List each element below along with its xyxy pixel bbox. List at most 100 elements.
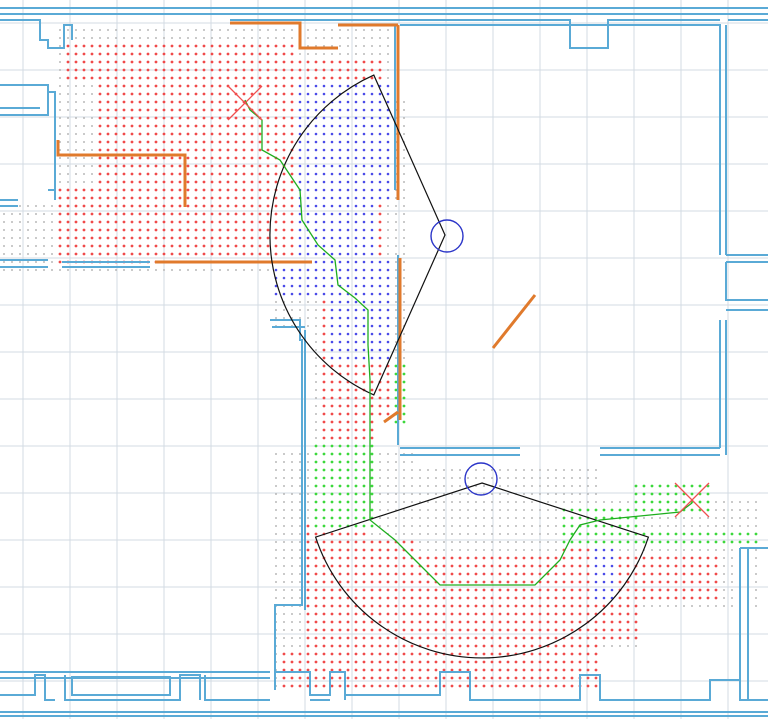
sample-point bbox=[275, 581, 277, 583]
sample-point bbox=[3, 245, 5, 247]
sample-point bbox=[234, 180, 238, 184]
sample-point bbox=[354, 372, 358, 376]
sample-point bbox=[714, 580, 718, 584]
sample-point bbox=[378, 156, 382, 160]
sample-point bbox=[162, 60, 166, 64]
sample-point bbox=[202, 212, 206, 216]
sample-point bbox=[346, 676, 350, 680]
sample-point bbox=[242, 156, 246, 160]
sample-point bbox=[546, 604, 550, 608]
sample-point bbox=[546, 612, 550, 616]
sample-point bbox=[346, 564, 350, 568]
sample-point bbox=[283, 477, 285, 479]
sample-point bbox=[578, 532, 582, 536]
sample-point bbox=[506, 596, 510, 600]
sample-point bbox=[699, 517, 701, 519]
sample-point bbox=[250, 76, 254, 80]
sample-point bbox=[523, 549, 525, 551]
sample-point bbox=[234, 204, 238, 208]
sample-point bbox=[378, 588, 382, 592]
sample-point bbox=[330, 180, 334, 184]
sample-point bbox=[330, 364, 334, 368]
sample-point bbox=[75, 117, 77, 119]
sample-point bbox=[130, 108, 134, 112]
sample-point bbox=[362, 428, 366, 432]
sample-point bbox=[362, 556, 366, 560]
sample-point bbox=[290, 76, 294, 80]
sample-point bbox=[515, 533, 517, 535]
sample-point bbox=[387, 237, 389, 239]
sample-point bbox=[202, 180, 206, 184]
sample-point bbox=[378, 100, 382, 104]
sample-point bbox=[674, 492, 678, 496]
sample-point bbox=[370, 460, 374, 464]
sample-point bbox=[170, 236, 174, 240]
sample-point bbox=[634, 628, 638, 632]
sample-point bbox=[315, 421, 317, 423]
sample-point bbox=[482, 588, 486, 592]
sample-point bbox=[506, 556, 510, 560]
sample-point bbox=[570, 628, 574, 632]
sample-point bbox=[307, 317, 309, 319]
sample-point bbox=[395, 453, 397, 455]
sample-point bbox=[403, 509, 405, 511]
sample-point bbox=[714, 532, 718, 536]
sample-point bbox=[274, 132, 278, 136]
sample-point bbox=[363, 53, 365, 55]
sample-point bbox=[354, 316, 358, 320]
sample-point bbox=[163, 269, 165, 271]
sample-point bbox=[146, 172, 150, 176]
sample-point bbox=[394, 388, 398, 392]
sample-point bbox=[330, 300, 334, 304]
sample-point bbox=[370, 676, 374, 680]
sample-point bbox=[307, 453, 309, 455]
sample-point bbox=[195, 269, 197, 271]
sample-point bbox=[378, 204, 382, 208]
sample-point bbox=[323, 53, 325, 55]
sample-point bbox=[563, 477, 565, 479]
sample-point bbox=[194, 148, 198, 152]
sample-point bbox=[314, 92, 318, 96]
sample-point bbox=[346, 324, 350, 328]
sample-point bbox=[298, 676, 302, 680]
sample-point bbox=[98, 180, 102, 184]
sample-point bbox=[250, 212, 254, 216]
sample-point bbox=[474, 556, 478, 560]
sample-point bbox=[370, 180, 374, 184]
sample-point bbox=[731, 589, 733, 591]
sample-point bbox=[59, 69, 61, 71]
sample-point bbox=[498, 644, 502, 648]
sample-point bbox=[522, 596, 526, 600]
sample-point bbox=[330, 260, 334, 264]
sample-point bbox=[571, 501, 573, 503]
sample-point bbox=[658, 508, 662, 512]
sample-point bbox=[330, 420, 334, 424]
sample-point bbox=[354, 364, 358, 368]
sample-point bbox=[690, 492, 694, 496]
sample-point bbox=[458, 668, 462, 672]
sample-point bbox=[35, 205, 37, 207]
sample-point bbox=[354, 260, 358, 264]
map-view[interactable] bbox=[0, 0, 768, 719]
sample-point bbox=[291, 309, 293, 311]
sample-point bbox=[170, 180, 174, 184]
sample-point bbox=[362, 236, 366, 240]
sample-point bbox=[402, 420, 406, 424]
sample-point bbox=[586, 652, 590, 656]
sample-point bbox=[322, 380, 326, 384]
sample-point bbox=[458, 580, 462, 584]
floorplan-canvas[interactable] bbox=[0, 0, 768, 719]
sample-point bbox=[602, 596, 606, 600]
sample-point bbox=[403, 493, 405, 495]
sample-point bbox=[619, 549, 621, 551]
sample-point bbox=[275, 469, 277, 471]
sample-point bbox=[122, 244, 126, 248]
sample-point bbox=[306, 564, 310, 568]
sample-point bbox=[186, 100, 190, 104]
sample-point bbox=[43, 269, 45, 271]
sample-point bbox=[434, 668, 438, 672]
sample-point bbox=[242, 116, 246, 120]
sample-point bbox=[498, 660, 502, 664]
sample-point bbox=[146, 164, 150, 168]
sample-point bbox=[379, 477, 381, 479]
